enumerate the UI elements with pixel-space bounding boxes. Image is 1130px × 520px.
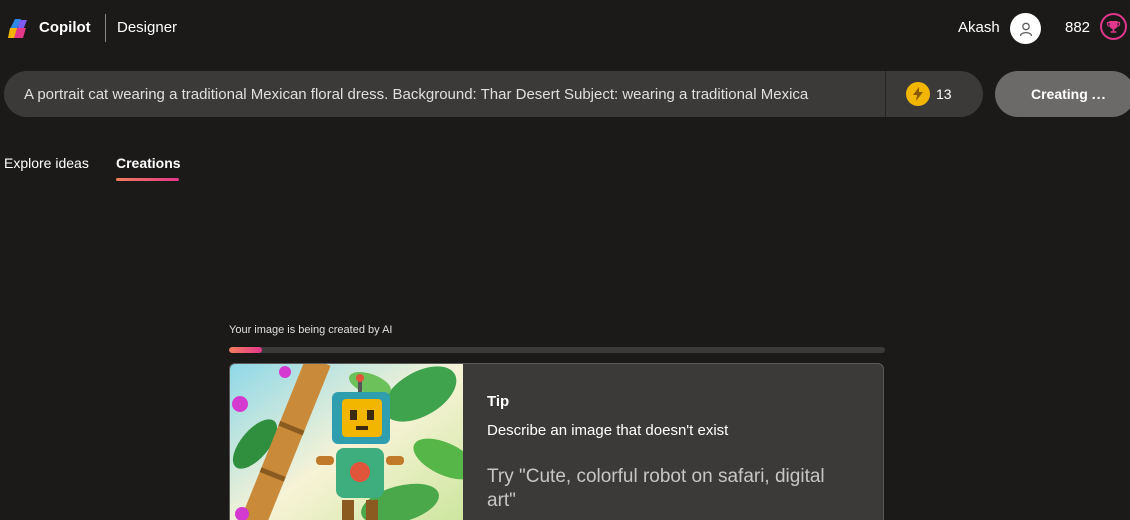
top-header: Copilot Designer Akash 882 (0, 0, 1130, 56)
rewards-points[interactable]: 882 (1065, 19, 1090, 36)
tip-card: Tip Describe an image that doesn't exist… (229, 363, 884, 520)
boost-count: 13 (936, 86, 952, 102)
prompt-input[interactable]: A portrait cat wearing a traditional Mex… (4, 71, 983, 117)
tip-example: Try "Cute, colorful robot on safari, dig… (487, 466, 825, 511)
create-button-label: Creating (1031, 86, 1088, 102)
user-icon (1019, 22, 1032, 36)
trophy-icon (1106, 21, 1121, 33)
tip-subtitle: Describe an image that doesn't exist (487, 422, 729, 439)
create-button[interactable]: Creating ... (995, 71, 1130, 117)
lightning-icon[interactable] (906, 82, 930, 106)
designer-page: Copilot Designer Akash 882 A portrait ca… (0, 0, 1130, 520)
loading-dots: ... (1091, 86, 1107, 102)
brand-name[interactable]: Copilot (39, 19, 91, 36)
prompt-divider (885, 71, 886, 117)
prompt-text[interactable]: A portrait cat wearing a traditional Mex… (24, 86, 844, 104)
header-divider (105, 14, 106, 42)
tab-explore-ideas[interactable]: Explore ideas (4, 155, 89, 171)
tab-creations[interactable]: Creations (116, 155, 181, 171)
rewards-button[interactable] (1100, 13, 1127, 40)
progress-label: Your image is being created by AI (229, 324, 393, 336)
tip-title: Tip (487, 393, 510, 410)
copilot-logo-icon[interactable] (6, 16, 31, 41)
progress-fill (229, 347, 262, 353)
user-name[interactable]: Akash (958, 19, 1000, 36)
avatar[interactable] (1010, 13, 1041, 44)
robot-safari-image (230, 364, 463, 520)
active-tab-indicator (116, 178, 179, 181)
product-name[interactable]: Designer (117, 19, 177, 36)
progress-bar (229, 347, 885, 353)
